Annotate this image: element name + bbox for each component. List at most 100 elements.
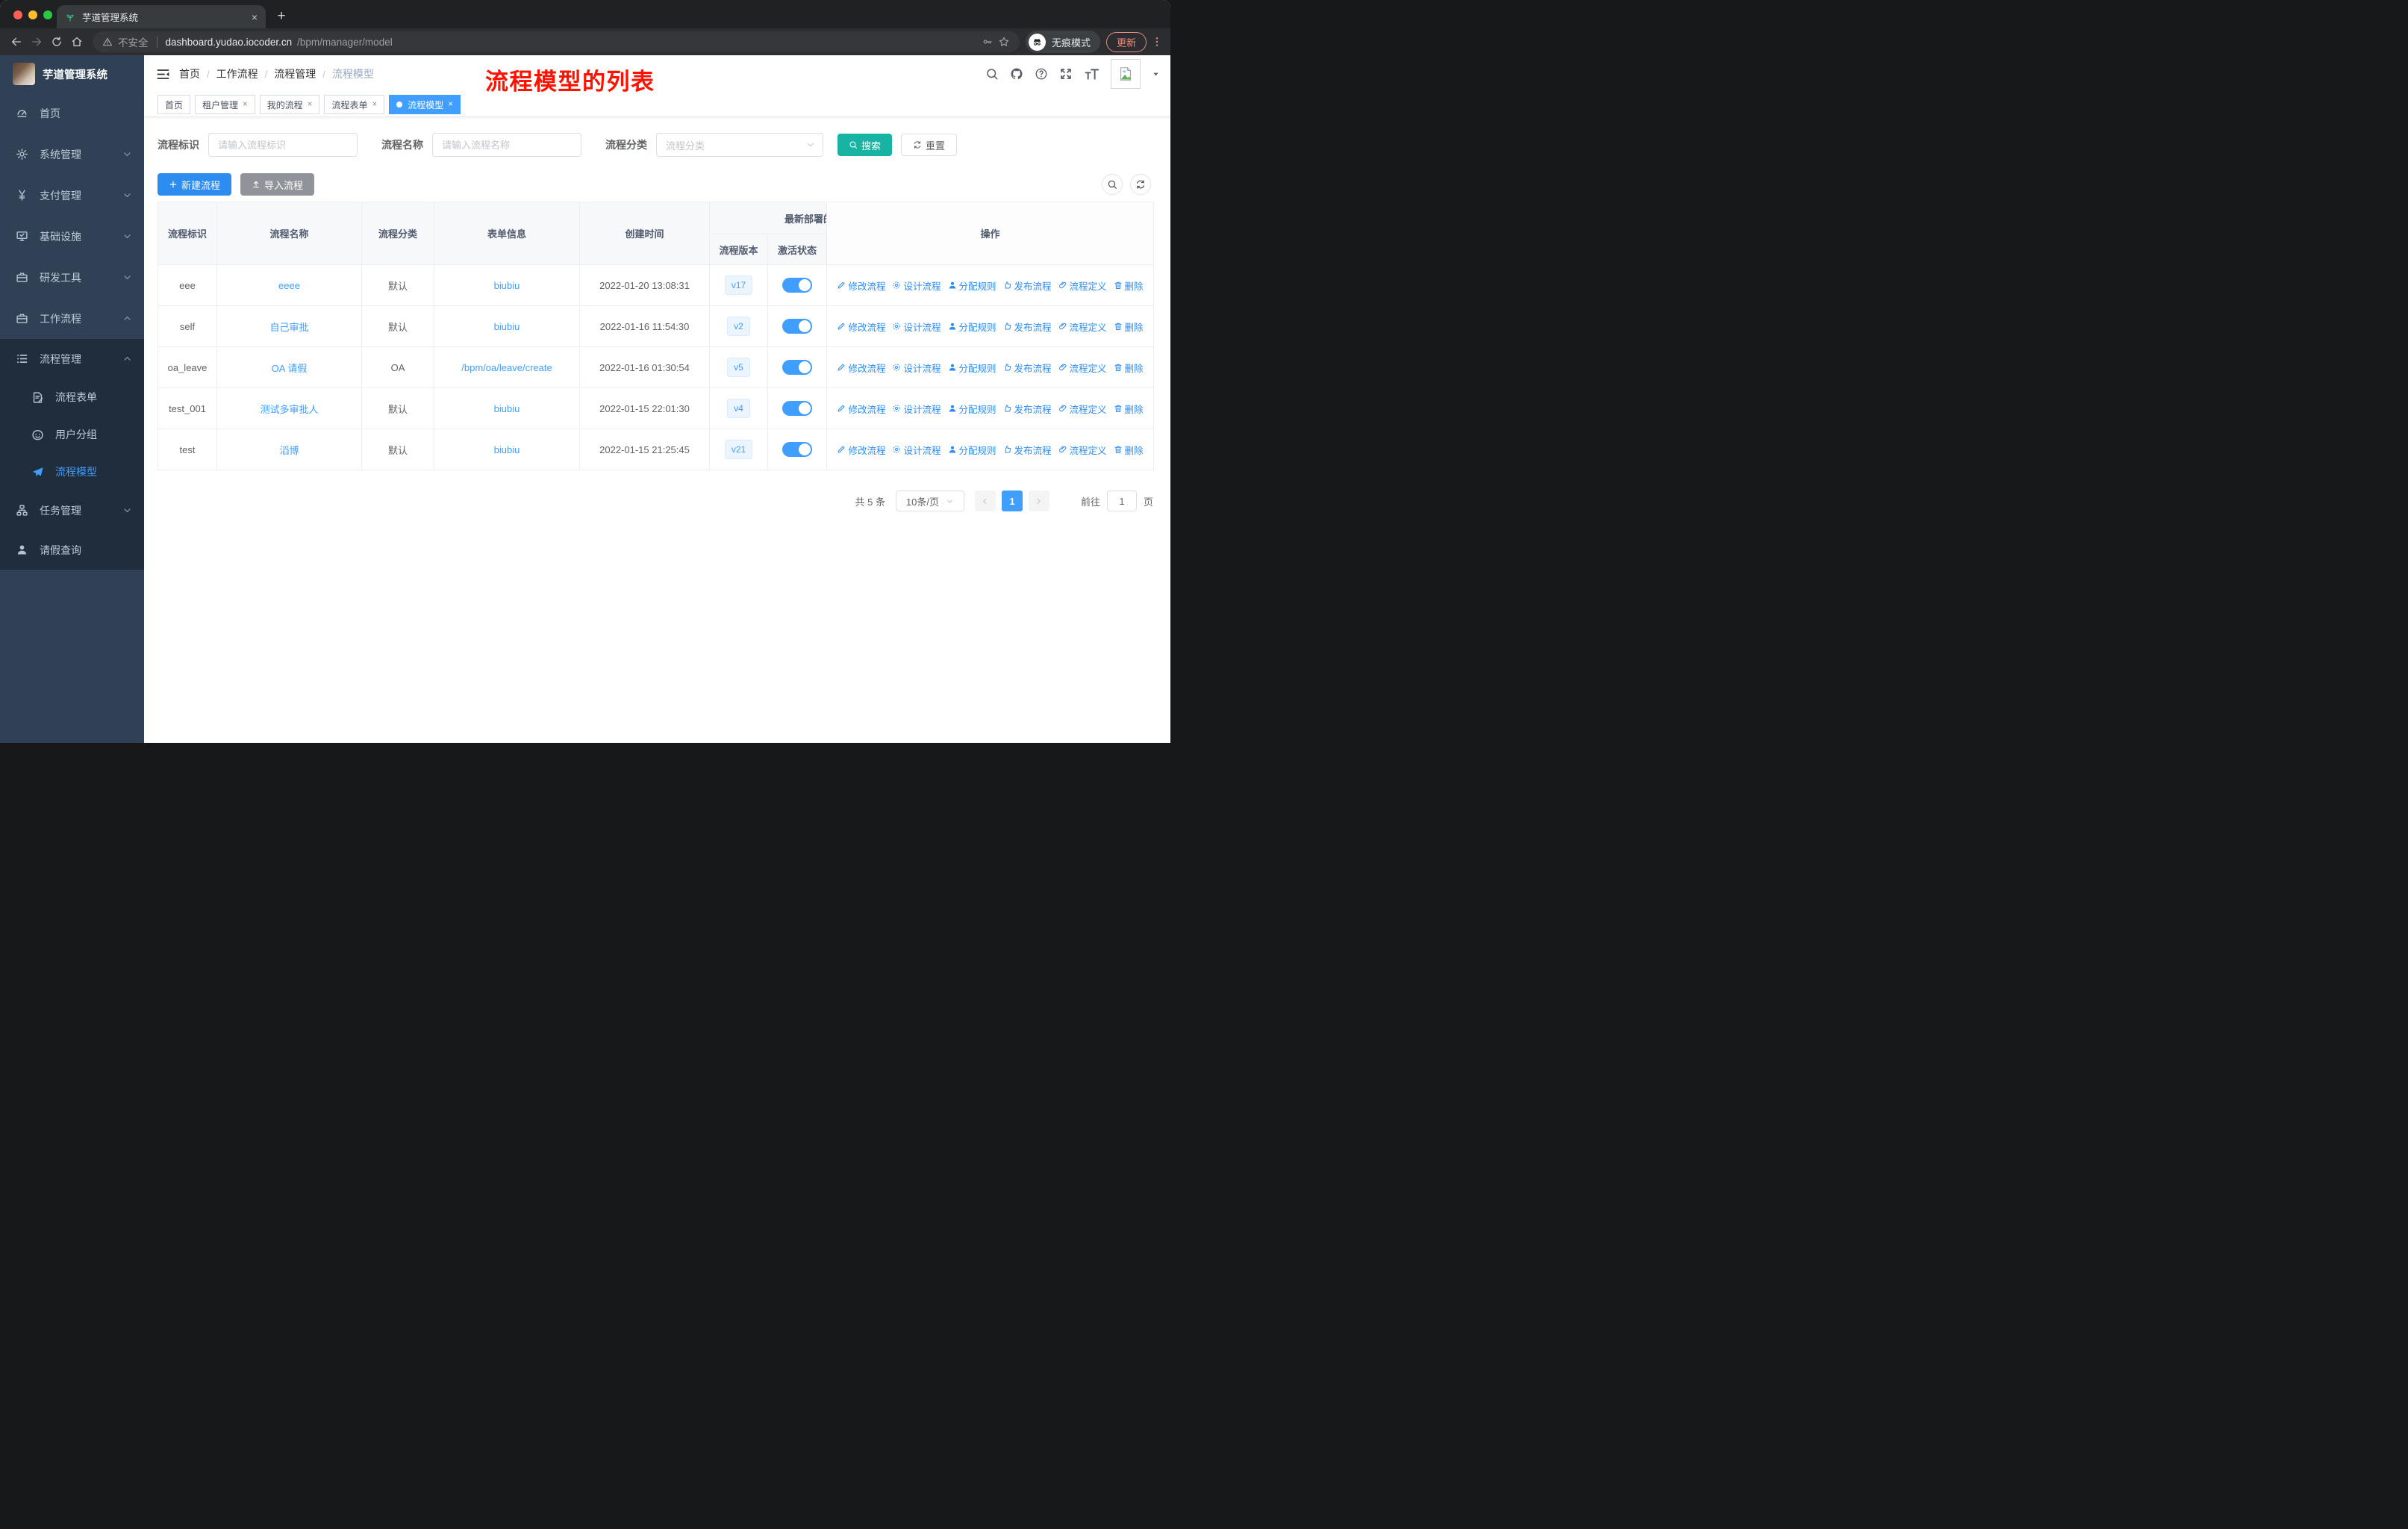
row-action-trash[interactable]: 删除 bbox=[1114, 361, 1144, 375]
font-size-icon[interactable] bbox=[1084, 66, 1099, 82]
breadcrumb-process-mgmt[interactable]: 流程管理 bbox=[274, 66, 316, 81]
row-action-hand[interactable]: 发布流程 bbox=[1003, 402, 1052, 416]
import-model-button[interactable]: 导入流程 bbox=[240, 173, 314, 196]
browser-menu-icon[interactable] bbox=[1150, 32, 1164, 52]
sidebar-item-3[interactable]: 基础设施 bbox=[0, 216, 144, 257]
row-action-user[interactable]: 分配规则 bbox=[948, 278, 996, 293]
cell-form[interactable]: biubiu bbox=[494, 403, 520, 414]
row-action-pencil[interactable]: 修改流程 bbox=[837, 361, 885, 375]
tag-close-icon[interactable]: × bbox=[243, 100, 248, 109]
filter-key-input[interactable] bbox=[208, 133, 358, 157]
row-action-gear2[interactable]: 设计流程 bbox=[892, 443, 941, 457]
close-window-button[interactable] bbox=[13, 10, 22, 19]
cell-form[interactable]: biubiu bbox=[494, 280, 520, 291]
row-action-user[interactable]: 分配规则 bbox=[948, 443, 996, 457]
page-size-select[interactable]: 10条/页 bbox=[896, 491, 964, 511]
row-action-trash[interactable]: 删除 bbox=[1114, 402, 1144, 416]
sidebar-item-4[interactable]: 研发工具 bbox=[0, 257, 144, 298]
search-button[interactable]: 搜索 bbox=[838, 134, 892, 156]
avatar-caret-icon[interactable] bbox=[1152, 70, 1160, 78]
breadcrumb-workflow[interactable]: 工作流程 bbox=[216, 66, 258, 81]
zoom-window-button[interactable] bbox=[43, 10, 52, 19]
active-toggle[interactable] bbox=[782, 319, 812, 334]
tag-close-icon[interactable]: × bbox=[308, 100, 313, 109]
reload-button[interactable] bbox=[46, 32, 66, 52]
prev-page-button[interactable] bbox=[975, 491, 996, 511]
sidebar-item-0[interactable]: 首页 bbox=[0, 93, 144, 134]
key-icon[interactable] bbox=[982, 37, 993, 47]
tag-1[interactable]: 租户管理× bbox=[195, 95, 255, 114]
update-button[interactable]: 更新 bbox=[1106, 32, 1147, 52]
row-action-clip[interactable]: 流程定义 bbox=[1058, 278, 1107, 293]
cell-form[interactable]: biubiu bbox=[494, 321, 520, 332]
sidebar-item-10[interactable]: 任务管理 bbox=[0, 491, 144, 530]
toggle-search-button[interactable] bbox=[1102, 174, 1123, 195]
row-action-pencil[interactable]: 修改流程 bbox=[837, 320, 885, 334]
tag-2[interactable]: 我的流程× bbox=[260, 95, 320, 114]
browser-tab[interactable]: 芋道管理系统 × bbox=[57, 5, 266, 28]
search-icon[interactable] bbox=[985, 67, 999, 81]
breadcrumb-home[interactable]: 首页 bbox=[179, 66, 200, 81]
minimize-window-button[interactable] bbox=[28, 10, 37, 19]
cell-name[interactable]: 自己审批 bbox=[269, 322, 308, 333]
tag-0[interactable]: 首页 bbox=[157, 95, 190, 114]
home-button[interactable] bbox=[66, 32, 87, 52]
tag-3[interactable]: 流程表单× bbox=[324, 95, 384, 114]
filter-name-input[interactable] bbox=[432, 133, 581, 157]
row-action-hand[interactable]: 发布流程 bbox=[1003, 443, 1052, 457]
row-action-pencil[interactable]: 修改流程 bbox=[837, 443, 885, 457]
row-action-hand[interactable]: 发布流程 bbox=[1003, 278, 1052, 293]
sidebar-item-9[interactable]: 流程模型 bbox=[0, 453, 144, 491]
cell-name[interactable]: eeee bbox=[278, 280, 300, 291]
tag-close-icon[interactable]: × bbox=[448, 100, 453, 109]
bookmark-star-icon[interactable] bbox=[998, 36, 1010, 48]
fullscreen-icon[interactable] bbox=[1059, 67, 1073, 81]
cell-form[interactable]: biubiu bbox=[494, 444, 520, 455]
row-action-user[interactable]: 分配规则 bbox=[948, 402, 996, 416]
active-toggle[interactable] bbox=[782, 442, 812, 457]
cell-name[interactable]: 测试多审批人 bbox=[260, 404, 318, 415]
row-action-pencil[interactable]: 修改流程 bbox=[837, 402, 885, 416]
row-action-hand[interactable]: 发布流程 bbox=[1003, 320, 1052, 334]
goto-page-input[interactable] bbox=[1107, 491, 1137, 511]
cell-form[interactable]: /bpm/oa/leave/create bbox=[461, 362, 552, 373]
row-action-trash[interactable]: 删除 bbox=[1114, 443, 1144, 457]
create-model-button[interactable]: 新建流程 bbox=[157, 173, 231, 196]
active-toggle[interactable] bbox=[782, 401, 812, 416]
security-label[interactable]: 不安全 bbox=[118, 34, 149, 49]
new-tab-button[interactable]: + bbox=[272, 7, 291, 26]
row-action-clip[interactable]: 流程定义 bbox=[1058, 402, 1107, 416]
row-action-pencil[interactable]: 修改流程 bbox=[837, 278, 885, 293]
sidebar-item-5[interactable]: 工作流程 bbox=[0, 298, 144, 339]
row-action-clip[interactable]: 流程定义 bbox=[1058, 320, 1107, 334]
back-button[interactable] bbox=[6, 32, 26, 52]
cell-name[interactable]: OA 请假 bbox=[272, 363, 308, 374]
reset-button[interactable]: 重置 bbox=[901, 134, 957, 156]
filter-category-select[interactable]: 流程分类 bbox=[656, 133, 823, 157]
current-page-button[interactable]: 1 bbox=[1002, 491, 1023, 511]
help-icon[interactable] bbox=[1035, 67, 1048, 81]
row-action-hand[interactable]: 发布流程 bbox=[1003, 361, 1052, 375]
next-page-button[interactable] bbox=[1029, 491, 1049, 511]
row-action-clip[interactable]: 流程定义 bbox=[1058, 443, 1107, 457]
hamburger-icon[interactable] bbox=[156, 67, 170, 81]
sidebar-item-7[interactable]: 流程表单 bbox=[0, 379, 144, 416]
github-icon[interactable] bbox=[1010, 67, 1023, 81]
sidebar-item-2[interactable]: 支付管理 bbox=[0, 175, 144, 216]
tag-4[interactable]: 流程模型× bbox=[389, 95, 461, 114]
row-action-user[interactable]: 分配规则 bbox=[948, 320, 996, 334]
row-action-gear2[interactable]: 设计流程 bbox=[892, 361, 941, 375]
cell-name[interactable]: 滔博 bbox=[279, 445, 299, 456]
refresh-table-button[interactable] bbox=[1130, 174, 1151, 195]
row-action-trash[interactable]: 删除 bbox=[1114, 320, 1144, 334]
tab-close-icon[interactable]: × bbox=[252, 11, 258, 23]
active-toggle[interactable] bbox=[782, 278, 812, 293]
sidebar-item-11[interactable]: 请假查询 bbox=[0, 530, 144, 570]
address-bar[interactable]: 不安全 dashboard.yudao.iocoder.cn/bpm/manag… bbox=[93, 31, 1020, 52]
row-action-trash[interactable]: 删除 bbox=[1114, 278, 1144, 293]
row-action-gear2[interactable]: 设计流程 bbox=[892, 402, 941, 416]
avatar[interactable] bbox=[1111, 59, 1141, 89]
row-action-user[interactable]: 分配规则 bbox=[948, 361, 996, 375]
row-action-gear2[interactable]: 设计流程 bbox=[892, 278, 941, 293]
row-action-gear2[interactable]: 设计流程 bbox=[892, 320, 941, 334]
